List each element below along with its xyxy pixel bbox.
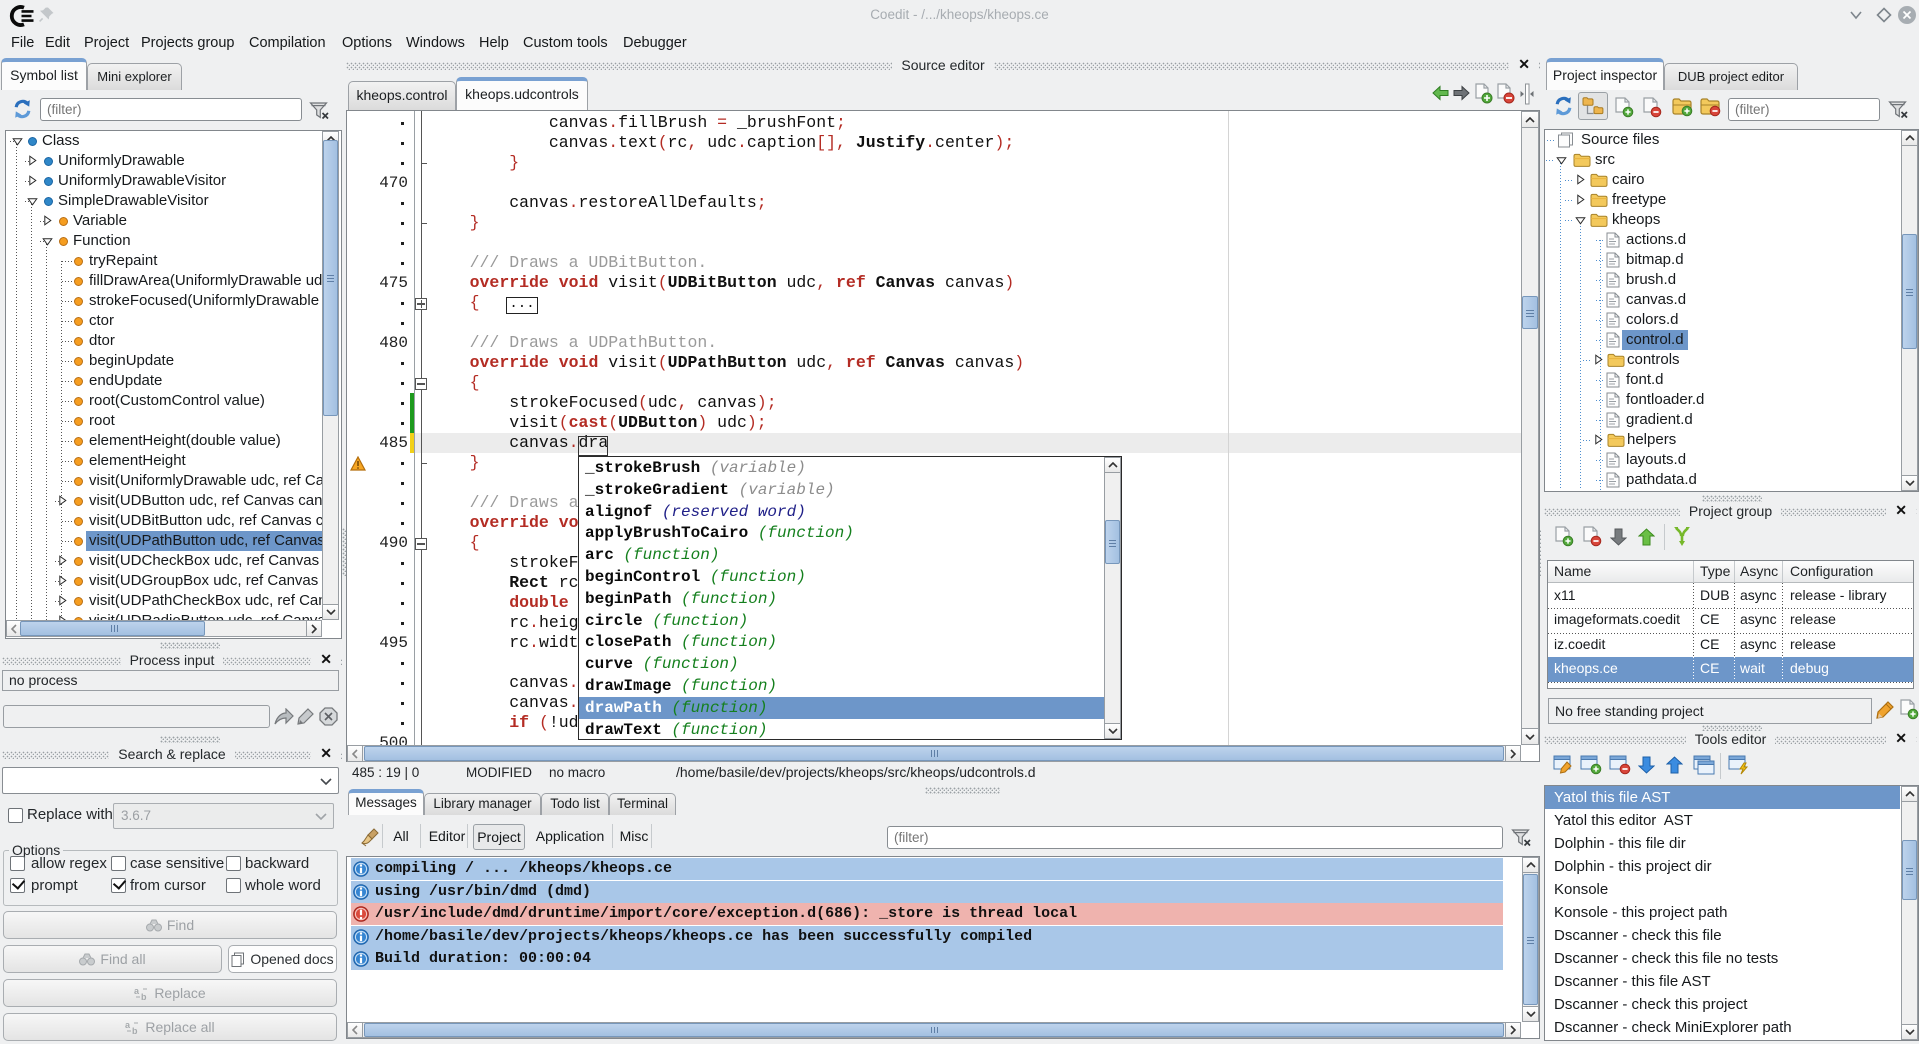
svg-text:b: b xyxy=(141,992,147,1001)
svg-text:b: b xyxy=(132,1026,138,1035)
svg-text:a: a xyxy=(125,1020,131,1030)
svg-text:a: a xyxy=(134,986,140,996)
